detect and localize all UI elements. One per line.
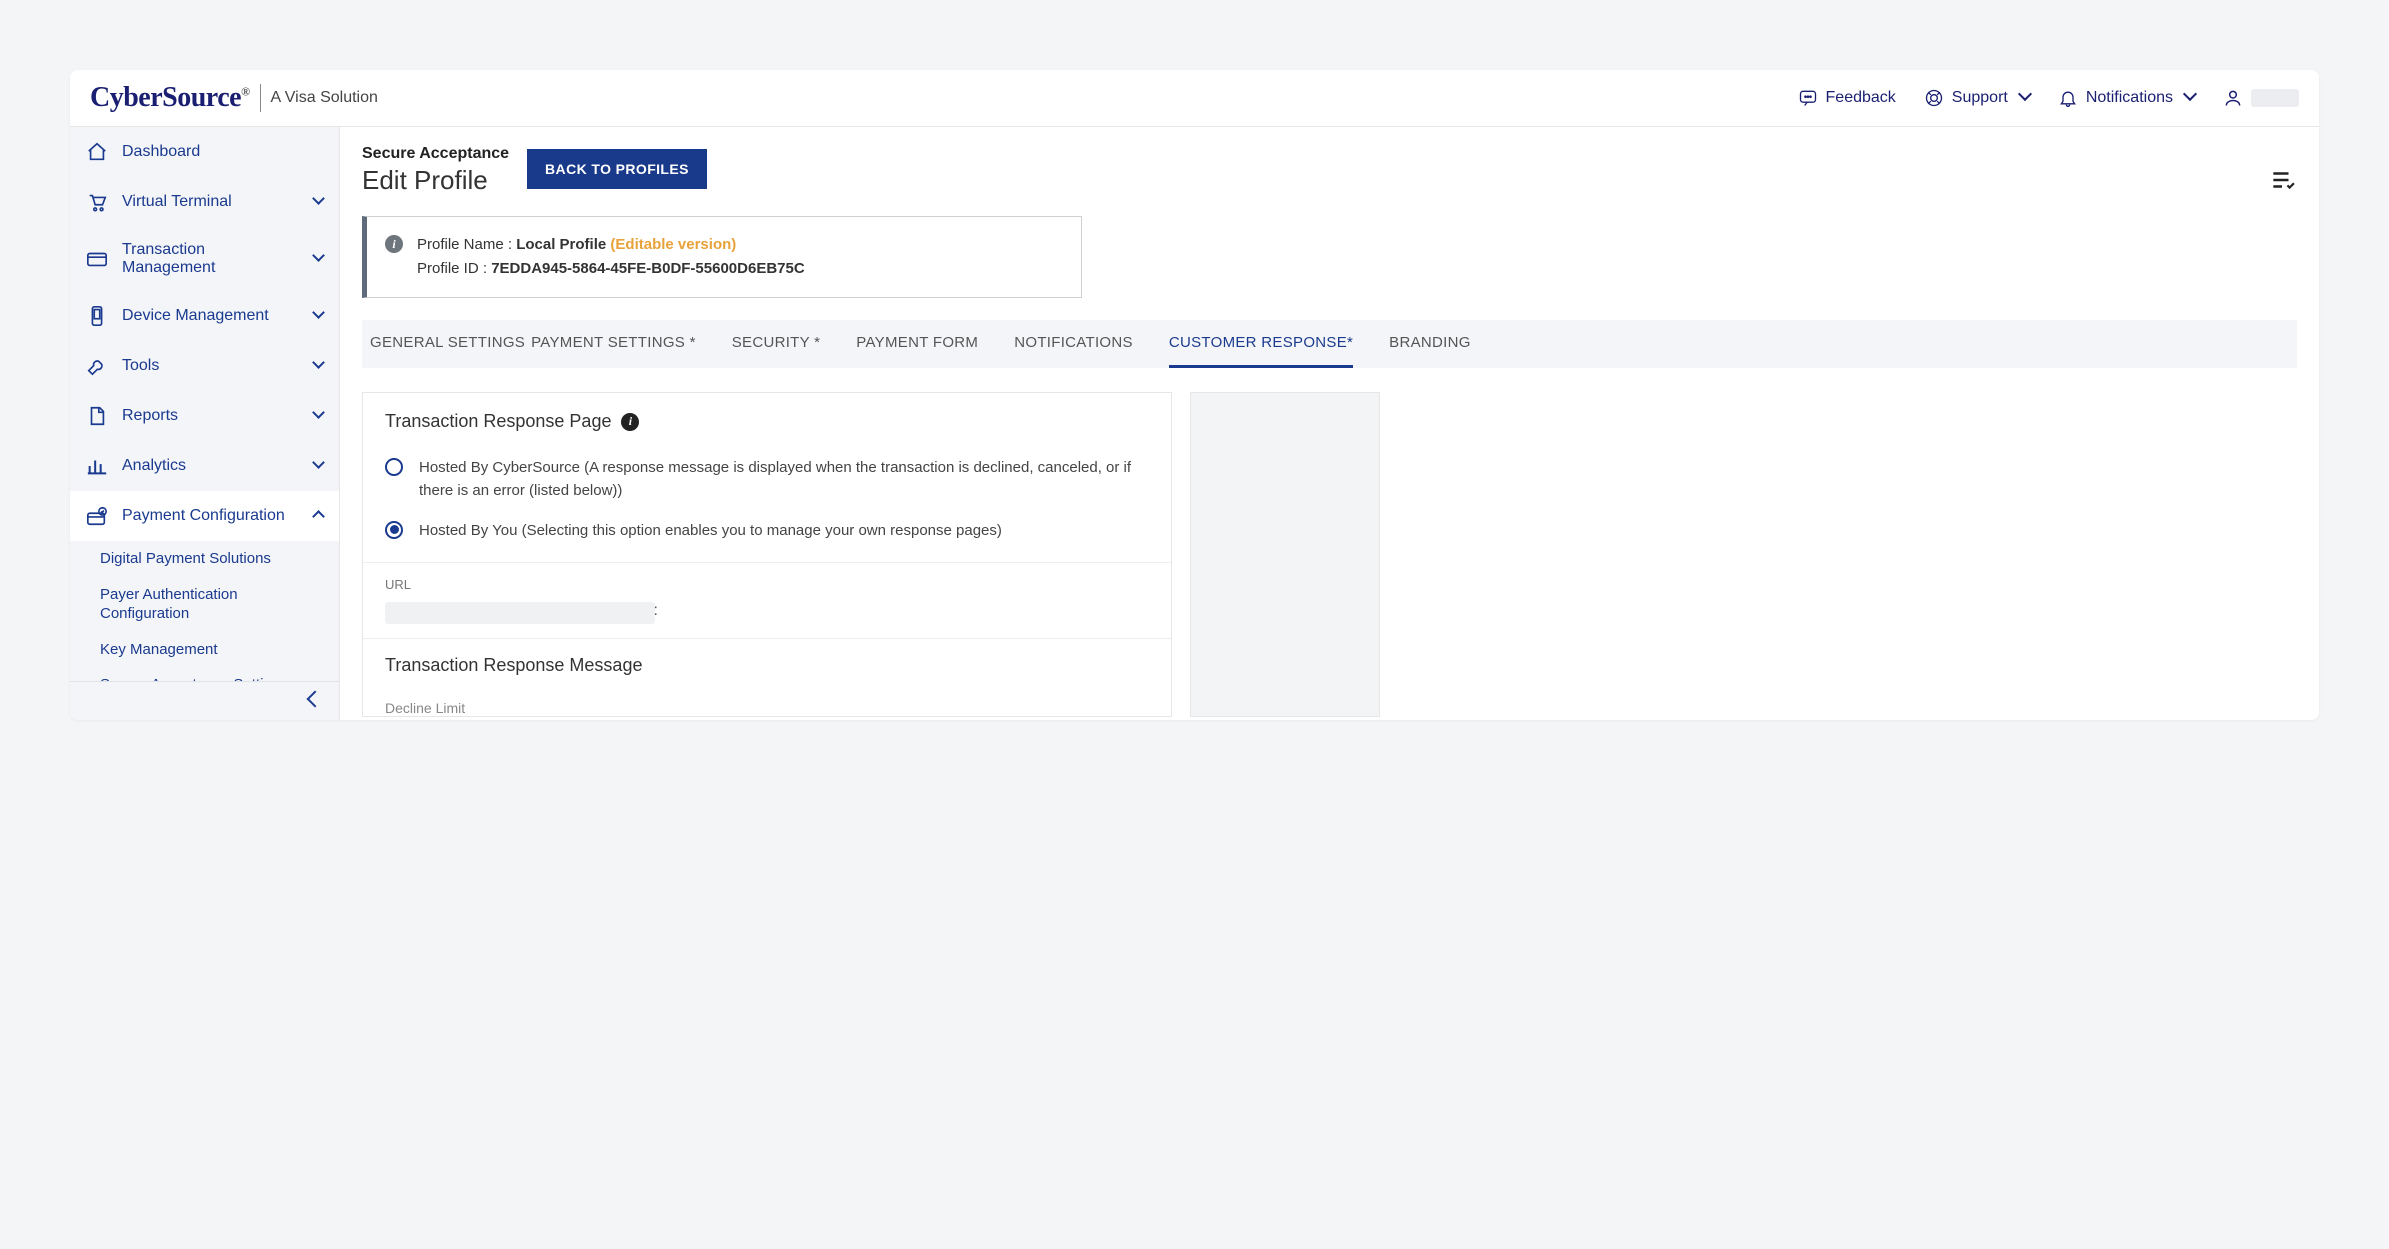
profile-id-line: Profile ID : 7EDDA945-5864-45FE-B0DF-556… <box>417 257 805 281</box>
nav-label: Reports <box>122 407 178 425</box>
logo-subtitle: A Visa Solution <box>271 89 378 107</box>
radio-hosted-by-you[interactable]: Hosted By You (Selecting this option ena… <box>363 511 1171 550</box>
nav-label: Transaction Management <box>122 241 300 277</box>
nav-list: Dashboard Virtual Terminal Transaction M… <box>70 127 339 681</box>
page-header: Secure Acceptance Edit Profile BACK TO P… <box>362 145 2297 196</box>
nav-label: Analytics <box>122 457 186 475</box>
decline-limit-label: Decline Limit <box>363 686 1171 716</box>
main-content: Secure Acceptance Edit Profile BACK TO P… <box>340 127 2319 720</box>
feedback-link[interactable]: Feedback <box>1798 88 1896 108</box>
url-field-block: URL <box>363 563 1171 638</box>
chevron-down-icon <box>314 407 323 425</box>
page-supertitle: Secure Acceptance <box>362 145 509 163</box>
chevron-up-icon <box>314 507 323 526</box>
page-title: Edit Profile <box>362 165 509 196</box>
logo-text: CyberSource® <box>90 82 250 114</box>
chevron-down-icon <box>314 307 323 325</box>
tab-security[interactable]: SECURITY * <box>732 320 821 368</box>
tab-customer-response[interactable]: CUSTOMER RESPONSE* <box>1169 320 1353 368</box>
user-icon <box>2223 88 2243 108</box>
file-icon <box>86 405 108 427</box>
sidebar-item-reports[interactable]: Reports <box>70 391 339 441</box>
sidebar-item-virtual-terminal[interactable]: Virtual Terminal <box>70 177 339 227</box>
notifications-dropdown[interactable]: Notifications <box>2058 88 2195 108</box>
panel-heading: Transaction Response Page i <box>363 393 1171 448</box>
sidebar-collapse-button[interactable] <box>70 681 339 720</box>
nav-label: Device Management <box>122 307 269 325</box>
sidebar-item-transaction-management[interactable]: Transaction Management <box>70 227 339 291</box>
chevron-down-icon <box>314 193 323 211</box>
sidebar: Dashboard Virtual Terminal Transaction M… <box>70 127 340 720</box>
subitem-key-management[interactable]: Key Management <box>100 638 339 662</box>
device-icon <box>86 305 108 327</box>
chevron-down-icon <box>314 457 323 475</box>
chevron-left-icon <box>309 692 321 709</box>
subitem-digital-payment-solutions[interactable]: Digital Payment Solutions <box>100 547 339 571</box>
radio-label: Hosted By You (Selecting this option ena… <box>419 519 1002 542</box>
back-to-profiles-button[interactable]: BACK TO PROFILES <box>527 149 707 189</box>
profile-name-line: Profile Name : Local Profile (Editable v… <box>417 233 805 257</box>
tab-notifications[interactable]: NOTIFICATIONS <box>1014 320 1133 368</box>
sidebar-item-device-management[interactable]: Device Management <box>70 291 339 341</box>
side-panel-placeholder <box>1190 392 1380 717</box>
logo-main: CyberSource <box>90 82 241 113</box>
tab-payment-settings[interactable]: PAYMENT SETTINGS * <box>531 320 696 368</box>
radio-icon <box>385 521 403 539</box>
subitem-payer-authentication[interactable]: Payer Authentication Configuration <box>100 583 339 626</box>
tab-payment-form[interactable]: PAYMENT FORM <box>856 320 978 368</box>
home-icon <box>86 141 108 163</box>
info-icon: i <box>385 235 403 253</box>
payment-config-icon <box>86 505 108 527</box>
tabs-bar: GENERAL SETTINGS PAYMENT SETTINGS * SECU… <box>362 320 2297 368</box>
body: Dashboard Virtual Terminal Transaction M… <box>70 127 2319 720</box>
radio-label: Hosted By CyberSource (A response messag… <box>419 456 1149 503</box>
nav-label: Dashboard <box>122 143 200 161</box>
response-panel: Transaction Response Page i Hosted By Cy… <box>362 392 1172 717</box>
app-window: CyberSource® A Visa Solution Feedback Su… <box>70 70 2319 720</box>
sidebar-item-dashboard[interactable]: Dashboard <box>70 127 339 177</box>
info-icon[interactable]: i <box>621 413 639 431</box>
bell-icon <box>2058 88 2078 108</box>
user-menu[interactable] <box>2223 88 2299 108</box>
support-icon <box>1924 88 1944 108</box>
url-value-redacted[interactable] <box>385 602 655 624</box>
subitem-secure-acceptance[interactable]: Secure Acceptance Settings <box>100 673 339 681</box>
response-message-heading: Transaction Response Message <box>363 638 1171 686</box>
nav-label: Tools <box>122 357 159 375</box>
radio-icon <box>385 458 403 476</box>
url-label: URL <box>385 577 1149 592</box>
chevron-down-icon <box>2181 89 2195 107</box>
nav-label: Virtual Terminal <box>122 193 232 211</box>
sidebar-item-payment-configuration[interactable]: Payment Configuration <box>70 491 339 541</box>
profile-info-box: i Profile Name : Local Profile (Editable… <box>362 216 1082 298</box>
cart-icon <box>86 191 108 213</box>
nav-label: Payment Configuration <box>122 507 285 525</box>
wrench-icon <box>86 355 108 377</box>
support-dropdown[interactable]: Support <box>1924 88 2030 108</box>
sidebar-item-analytics[interactable]: Analytics <box>70 441 339 491</box>
feedback-icon <box>1798 88 1818 108</box>
tab-branding[interactable]: BRANDING <box>1389 320 1471 368</box>
sidebar-item-tools[interactable]: Tools <box>70 341 339 391</box>
card-icon <box>86 248 108 270</box>
chevron-down-icon <box>314 250 323 268</box>
sidebar-submenu: Digital Payment Solutions Payer Authenti… <box>70 541 339 681</box>
chevron-down-icon <box>2016 89 2030 107</box>
header-bar: CyberSource® A Visa Solution Feedback Su… <box>70 70 2319 127</box>
tab-general-settings[interactable]: GENERAL SETTINGS <box>370 320 525 368</box>
chevron-down-icon <box>314 357 323 375</box>
registered-mark: ® <box>241 85 249 99</box>
logo-block: CyberSource® A Visa Solution <box>90 82 378 114</box>
header-actions: Feedback Support Notifications <box>1798 88 2299 108</box>
user-name-redacted <box>2251 89 2299 107</box>
logo-separator <box>260 84 261 112</box>
chart-icon <box>86 455 108 477</box>
panel-toggle-button[interactable] <box>2267 165 2297 195</box>
radio-hosted-by-cybersource[interactable]: Hosted By CyberSource (A response messag… <box>363 448 1171 511</box>
